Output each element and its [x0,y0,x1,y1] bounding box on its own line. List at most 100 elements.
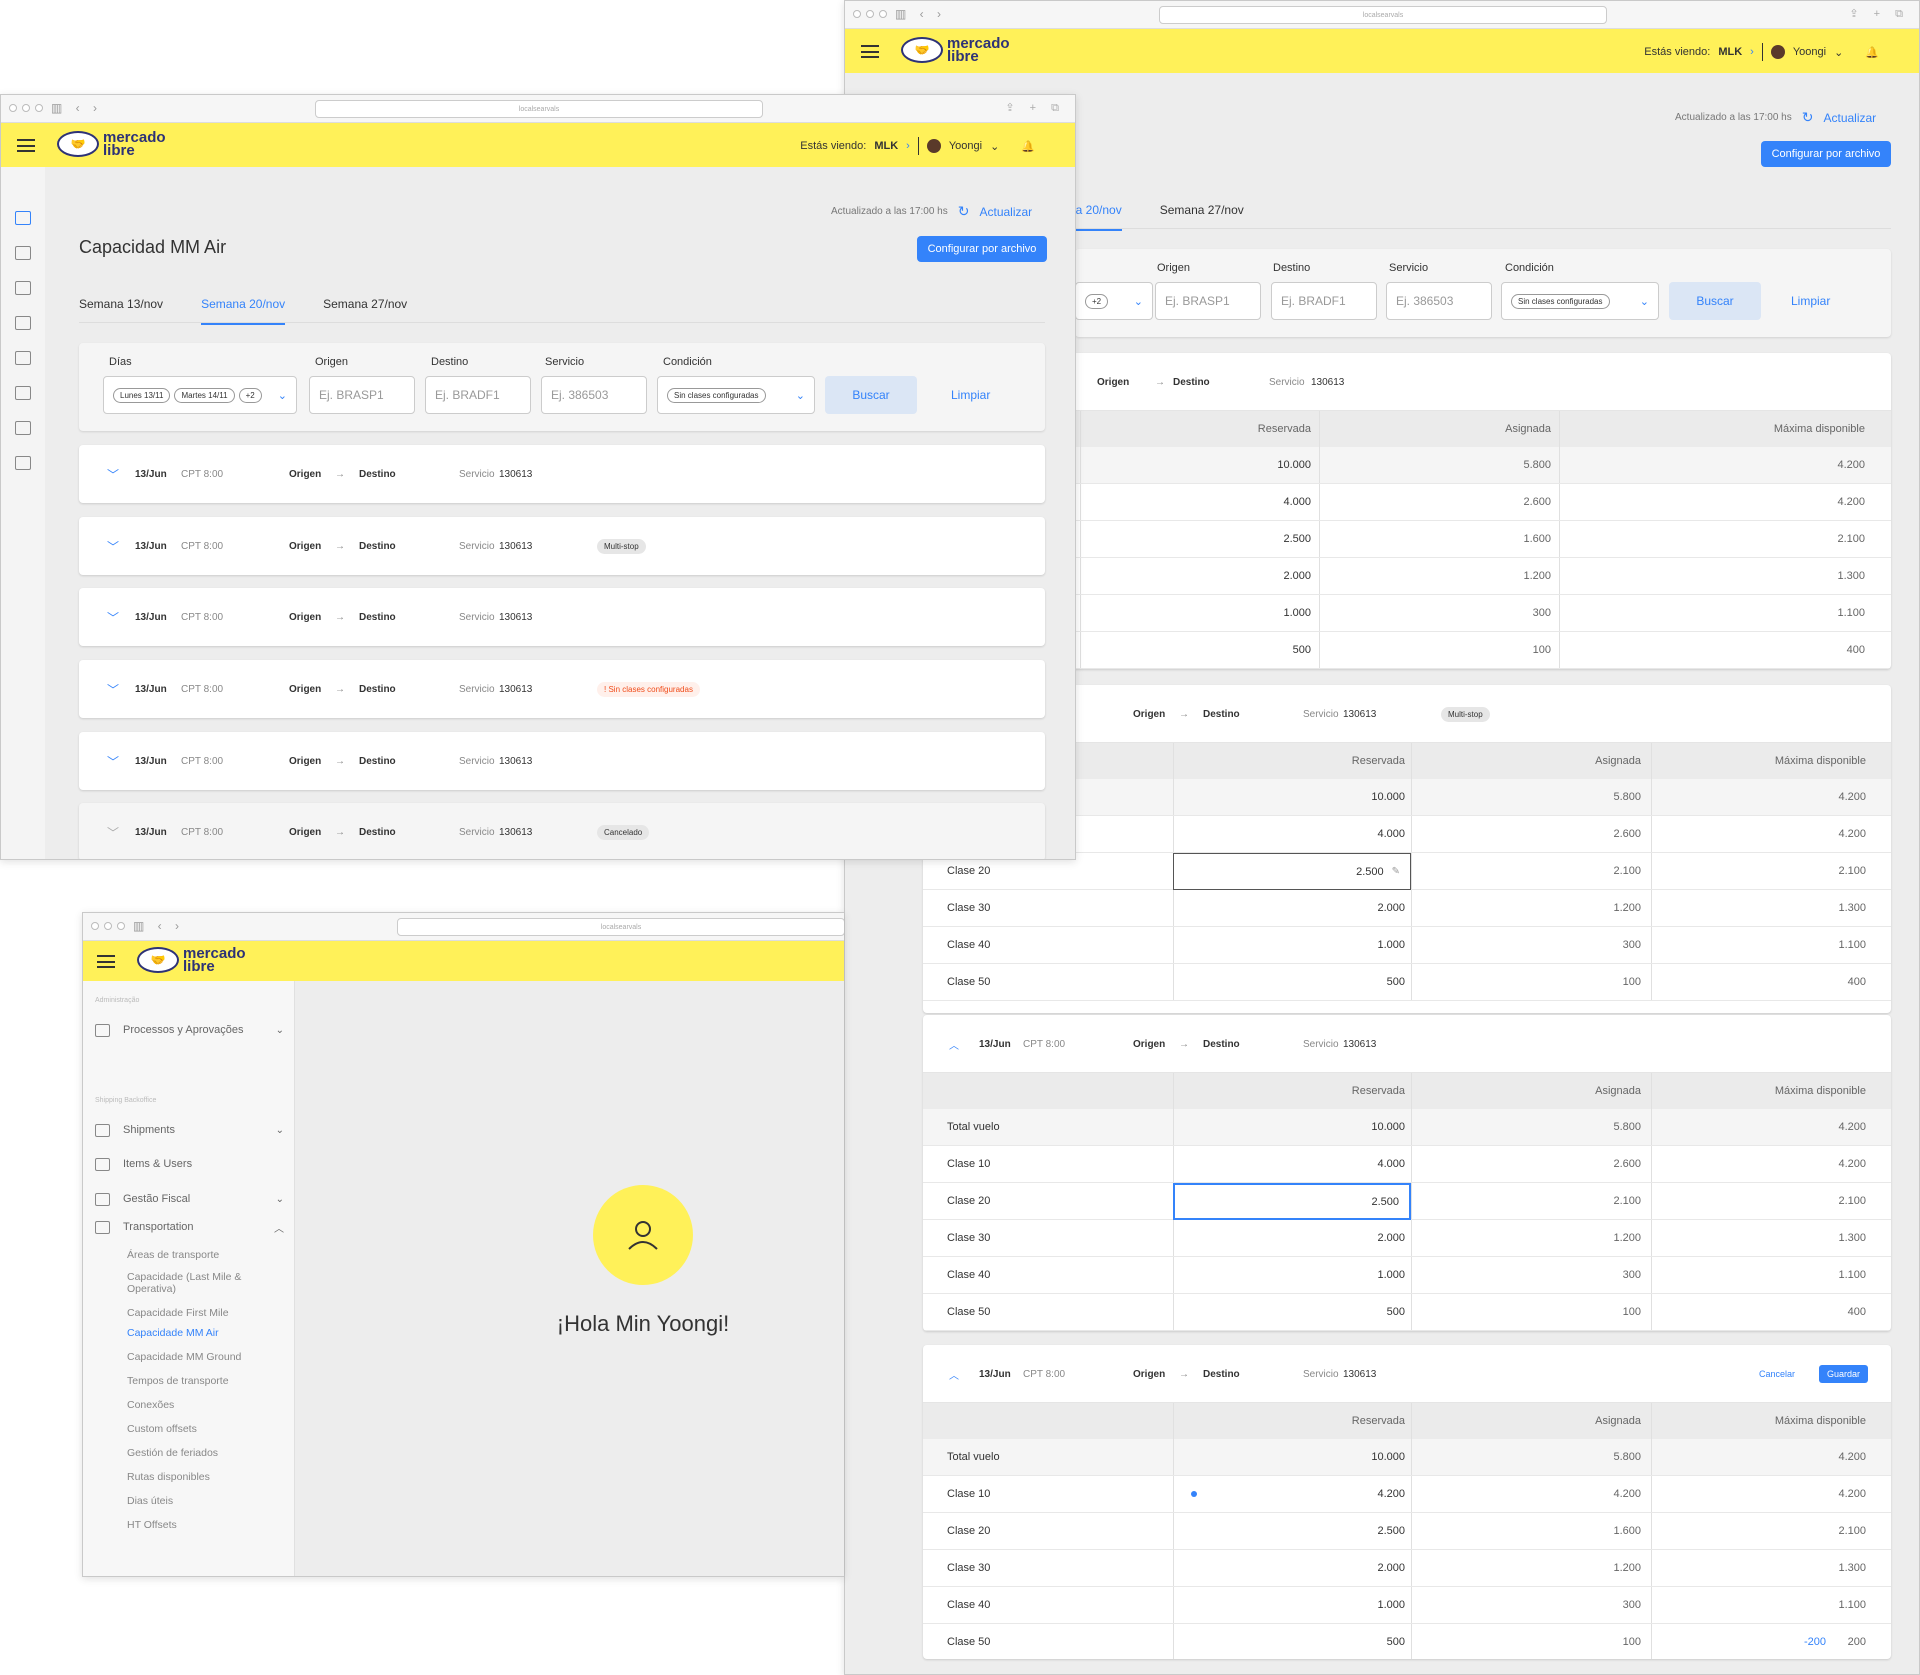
chevron-up-icon[interactable]: ︿ [274,1220,284,1235]
reservada-value[interactable]: 4.000 [1377,816,1405,852]
browser-actions-icon[interactable]: ⇪ + ⧉ [1005,101,1065,115]
browser-nav-icon[interactable]: ▥ ‹ › [133,919,184,933]
url-bar[interactable]: localsearvals [397,918,844,936]
sidebar-item-shipments[interactable]: Shipments ⌄ [95,1121,284,1139]
chevron-down-icon[interactable]: ﹀ [107,660,119,718]
sidebar-subitem[interactable]: Capacidade MM Ground [127,1351,241,1363]
sidebar-subitem[interactable]: Capacidade (Last Mile & Operativa) [127,1271,257,1295]
sidebar-item-processos[interactable]: Processos y Aprovações ⌄ [95,1021,284,1039]
flight-row[interactable]: ﹀ 13/Jun CPT 8:00 Origen → Destino Servicio 130… [79,588,1045,646]
day-chip[interactable]: Martes 14/11 [174,387,235,403]
reservada-value[interactable]: 4.200 [1377,1476,1405,1512]
reservada-value[interactable]: 2.000 [1283,558,1311,594]
save-button[interactable]: Guardar [1819,1365,1869,1383]
clear-link[interactable]: Limpiar [1791,294,1830,308]
reservada-value[interactable]: 2.000 [1377,890,1405,926]
flight-row[interactable]: ﹀ 13/Jun CPT 8:00 Origen → Destino Servicio 130… [79,517,1045,575]
card-header[interactable]: ︿ 13/Jun CPT 8:00 Origen → Destino Servi… [923,1015,1891,1073]
clear-link[interactable]: Limpiar [951,388,990,402]
inbox-icon[interactable] [15,421,31,435]
dest-input[interactable]: Ej. BRADF1 [1271,282,1377,320]
reservada-value[interactable]: 2.000 [1377,1550,1405,1586]
reservada-value[interactable]: 1.000 [1283,595,1311,631]
reservada-value[interactable]: 10.000 [1371,1439,1405,1475]
chevron-down-icon[interactable]: ﹀ [107,803,119,859]
reservada-input[interactable]: 2.500 ✎ [1173,853,1411,890]
search-button[interactable]: Buscar [1669,282,1761,320]
window-controls[interactable] [91,922,125,930]
bell-icon[interactable]: 🔔 [1021,140,1035,153]
chart-icon[interactable] [15,386,31,400]
tab-week-13[interactable]: Semana 13/nov [79,297,163,325]
chevron-down-icon[interactable]: ⌄ [1834,46,1843,59]
chevron-down-icon[interactable]: ⌄ [276,1025,284,1036]
sidebar-item-transportation[interactable]: Transportation ︿ [95,1218,284,1236]
reservada-value[interactable]: 2.500 [1377,1513,1405,1549]
document-icon[interactable] [15,316,31,330]
sidebar-subitem[interactable]: Dias úteis [127,1495,173,1507]
config-file-button[interactable]: Configurar por archivo [1761,141,1891,167]
chevron-down-icon[interactable]: ⌄ [278,389,287,402]
reservada-value[interactable]: 500 [1387,964,1405,1000]
dashboard-icon[interactable] [15,211,31,225]
sidebar-subitem[interactable]: Áreas de transporte [127,1249,219,1261]
mercadolibre-logo[interactable]: 🤝 mercado libre [57,130,166,158]
chevron-up-icon[interactable]: ︿ [949,1345,959,1403]
browser-nav-icon[interactable]: ▥ ‹ › [51,101,102,115]
sidebar-subitem[interactable]: Capacidade First Mile [127,1307,229,1319]
chevron-down-icon[interactable]: ﹀ [107,588,119,646]
chevron-down-icon[interactable]: ﹀ [107,517,119,575]
mercadolibre-logo[interactable]: 🤝 mercado libre [901,36,1010,64]
reservada-value[interactable]: 500 [1387,1624,1405,1659]
monitor-icon[interactable] [15,246,31,260]
reservada-value[interactable]: 4.000 [1283,484,1311,520]
refresh-link[interactable]: Actualizar [1823,111,1876,125]
sidebar-subitem[interactable]: Custom offsets [127,1423,197,1435]
chevron-down-icon[interactable]: ⌄ [990,140,999,153]
flight-row[interactable]: ﹀ 13/Jun CPT 8:00 Origen → Destino Servicio 130… [79,660,1045,718]
reservada-value[interactable]: 500 [1387,1294,1405,1330]
tab-week-27[interactable]: Semana 27/nov [1160,203,1244,231]
bell-icon[interactable]: 🔔 [1865,46,1879,59]
browser-actions-icon[interactable]: ⇪ + ⧉ [1849,7,1909,21]
days-select[interactable]: Lunes 13/11 Martes 14/11 +2 ⌄ [103,376,297,414]
reservada-value[interactable]: 2.500 [1283,521,1311,557]
filter-icon[interactable] [15,351,31,365]
mercadolibre-logo[interactable]: 🤝 mercado libre [137,946,246,974]
browser-nav-icon[interactable]: ▥ ‹ › [895,7,946,21]
window-controls[interactable] [9,104,43,112]
avatar[interactable] [1770,45,1785,59]
sidebar-subitem[interactable]: HT Offsets [127,1519,177,1531]
reservada-input[interactable]: 2.500 [1173,1183,1411,1220]
reservada-value[interactable]: 4.000 [1377,1146,1405,1182]
reservada-value[interactable]: 10.000 [1371,779,1405,815]
menu-icon[interactable] [861,45,879,58]
reservada-value[interactable]: 10.000 [1371,1109,1405,1145]
condition-select[interactable]: Sin clases configuradas ⌄ [1501,282,1659,320]
reservada-value[interactable]: 500 [1293,632,1311,668]
refresh-icon[interactable]: ↻ [958,203,970,220]
avatar[interactable] [926,139,941,153]
chevron-down-icon[interactable]: ﹀ [107,732,119,790]
chevron-right-icon[interactable]: › [1750,46,1754,58]
menu-icon[interactable] [17,139,35,152]
menu-icon[interactable] [97,955,115,968]
reservada-value[interactable]: 1.000 [1377,927,1405,963]
tab-week-27[interactable]: Semana 27/nov [323,297,407,325]
service-input[interactable]: Ej. 386503 [1386,282,1492,320]
sidebar-subitem[interactable]: Tempos de transporte [127,1375,229,1387]
card-header[interactable]: ︿ 13/Jun CPT 8:00 Origen → Destino Servi… [923,1345,1891,1403]
flight-row[interactable]: ﹀ 13/Jun CPT 8:00 Origen → Destino Servicio 130… [79,732,1045,790]
reservada-value[interactable]: 10.000 [1277,447,1311,483]
reservada-value[interactable]: 2.000 [1377,1220,1405,1256]
reservada-value[interactable]: 1.000 [1377,1257,1405,1293]
url-bar[interactable]: localsearvals [315,100,763,118]
tab-week-20[interactable]: Semana 20/nov [201,297,286,325]
dest-input[interactable]: Ej. BRADF1 [425,376,531,414]
tab-week-20[interactable]: na 20/nov [1069,203,1122,231]
flight-row[interactable]: ﹀ 13/Jun CPT 8:00 Origen → Destino Servicio 130… [79,445,1045,503]
day-chip-more[interactable]: +2 [238,387,262,403]
days-select[interactable]: +2 ⌄ [1075,282,1153,320]
sidebar-subitem[interactable]: Conexões [127,1399,174,1411]
chevron-up-icon[interactable]: ︿ [949,1015,959,1073]
